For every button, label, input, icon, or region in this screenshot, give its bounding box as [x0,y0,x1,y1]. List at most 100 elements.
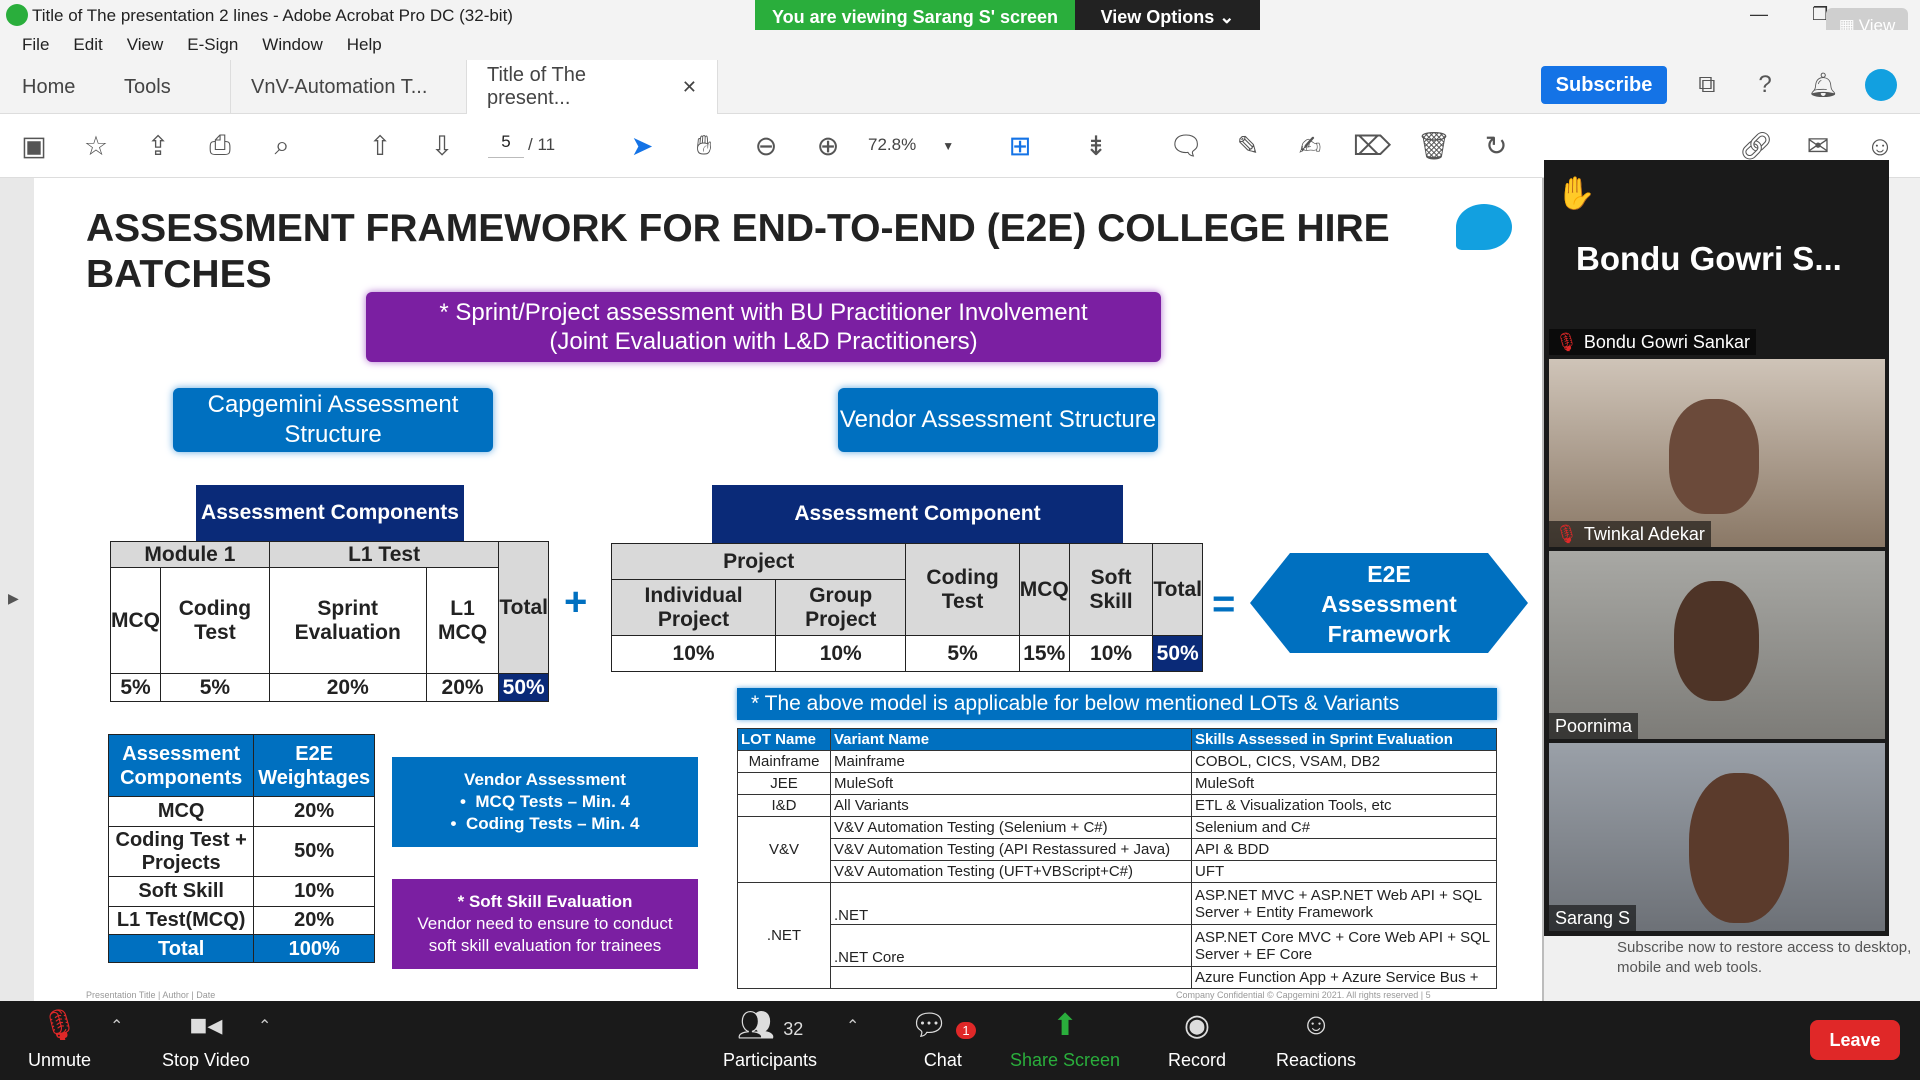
left-total-value: 50% [498,673,549,702]
participant-video-figure [1674,581,1759,701]
page-up-icon[interactable]: ⇧ [360,126,400,166]
subscribe-button[interactable]: Subscribe [1541,66,1667,104]
chat-icon: 💬︎ 1 [910,1008,976,1042]
capgemini-components-table: Module 1 L1 Test Total MCQ Coding Test S… [110,541,549,702]
zoom-level-select[interactable]: 72.8% ▼ [868,135,954,155]
view-options-button[interactable]: View Options ⌄ [1075,0,1260,34]
mcq-value: 5% [110,673,161,702]
menu-esign[interactable]: E-Sign [187,35,238,55]
sign-icon[interactable]: ✍︎ [1290,126,1330,166]
menu-edit[interactable]: Edit [73,35,102,55]
vendor-assessment-item: • MCQ Tests – Min. 4 [459,792,630,811]
chevron-up-icon[interactable]: ⌃ [258,1016,271,1036]
lot-cell: JEE [737,772,831,795]
table-row: Azure Function App + Azure Service Bus + [738,966,1497,989]
page-number-input[interactable]: 5 [488,132,524,158]
star-icon[interactable]: ☆ [76,126,116,166]
slide-footer: Presentation Title | Author | Date [86,990,216,1000]
capgemini-logo [1456,204,1512,250]
table-row: Coding Test + Projects 50% [107,826,375,877]
tab-tools[interactable]: Tools [104,60,191,114]
chevron-up-icon[interactable]: ⌃ [110,1016,123,1036]
participant-name: Poornima [1555,715,1633,736]
bell-icon[interactable]: 🔔︎ [1806,68,1840,102]
close-tab-icon[interactable]: ✕ [682,77,697,98]
reactions-button[interactable]: ☺ Reactions [1276,1008,1356,1071]
save-icon[interactable]: ▣ [14,126,54,166]
dropdown-arrow-icon: ▼ [942,139,955,153]
share-screen-button[interactable]: ⬆ Share Screen [1010,1008,1120,1071]
fit-page-icon[interactable]: ⊞ [1000,126,1040,166]
record-button[interactable]: ◉ Record [1168,1008,1226,1071]
menu-window[interactable]: Window [262,35,322,55]
stop-video-button[interactable]: ■◂ Stop Video [162,1008,250,1071]
menu-file[interactable]: File [22,35,49,55]
zoom-search-icon[interactable]: ⌕ [262,126,302,166]
coding-test-value: 5% [905,635,1020,672]
total-weight-cell: 100% [253,934,375,963]
soft-skill-note: * Soft Skill Evaluation Vendor need to e… [392,879,698,969]
weightages-header: E2E Weightages [253,734,375,797]
unmute-button[interactable]: 🎙︎ Unmute [28,1008,91,1071]
variant-cell [830,966,1192,989]
highlight-icon[interactable]: ✎ [1228,126,1268,166]
components-header: Assessment Components [107,734,255,797]
cloud-upload-icon[interactable]: ⇪ [138,126,178,166]
share-screen-icon[interactable]: ⧉ [1690,68,1724,102]
zoom-in-icon[interactable]: ⊕ [808,126,848,166]
mcq-col: MCQ [110,567,161,674]
lot-cell: Mainframe [737,750,831,773]
participants-button[interactable]: 👥︎ 32 Participants [723,1008,817,1071]
avatar[interactable] [1864,68,1898,102]
chevron-up-icon[interactable]: ⌃ [846,1016,859,1036]
share-screen-label: Share Screen [1010,1050,1121,1070]
video-tile[interactable]: 🎙︎ Twinkal Adekar [1549,359,1885,547]
skills-cell: Azure Function App + Azure Service Bus + [1191,966,1497,989]
participant-name: Sarang S [1555,907,1631,928]
module1-header: Module 1 [110,541,270,568]
coding-test-value: 5% [160,673,270,702]
menu-help[interactable]: Help [347,35,382,55]
delete-icon[interactable]: 🗑︎ [1414,126,1454,166]
comment-icon[interactable]: 🗨︎ [1166,126,1206,166]
hand-tool-icon[interactable]: ✋︎ [684,126,724,166]
tab-document-2[interactable]: Title of The present... ✕ [466,60,718,114]
video-tile[interactable]: Sarang S [1549,743,1885,931]
participant-video-figure [1689,773,1789,923]
select-cursor-icon[interactable]: ➤ [622,126,662,166]
project-header: Project [610,543,907,580]
group-project-col: Group Project [775,579,907,636]
expand-panel-icon[interactable]: ▶ [8,590,19,607]
chat-button[interactable]: 💬︎ 1 Chat [910,1008,976,1071]
variant-cell: V&V Automation Testing (API Restassured … [830,838,1192,861]
video-tile[interactable]: Poornima [1549,551,1885,739]
variant-cell: V&V Automation Testing (UFT+VBScript+C#) [830,860,1192,883]
table-row: .NET Core ASP.NET Core MVC + Core Web API… [738,924,1497,967]
table-row: Mainframe Mainframe COBOL, CICS, VSAM, DB2 [737,750,1497,773]
print-icon[interactable]: ⎙ [200,126,240,166]
rotate-icon[interactable]: ↻ [1476,126,1516,166]
individual-project-value: 10% [610,635,777,672]
help-icon[interactable]: ? [1748,68,1782,102]
component-cell: MCQ [107,796,255,827]
zoom-out-icon[interactable]: ⊖ [746,126,786,166]
coding-test-col: Coding Test [160,567,270,674]
page-total: / 11 [528,135,556,154]
skills-cell: API & BDD [1191,838,1497,861]
total-header: Total [498,541,549,674]
raised-hand-icon: ✋ [1556,175,1596,211]
variant-cell: .NET [830,882,1192,925]
mic-muted-icon: 🎙︎ [40,1009,79,1042]
tab-document-1[interactable]: VnV-Automation T... [230,60,447,114]
scroll-mode-icon[interactable]: ⇟ [1076,126,1116,166]
e2e-framework-label: E2E Assessment Framework [1321,561,1457,647]
participant-video-figure [1669,399,1759,514]
tab-home[interactable]: Home [2,60,95,114]
menu-view[interactable]: View [127,35,164,55]
edit-tag-icon[interactable]: ⌦ [1352,126,1392,166]
chat-label: Chat [923,1050,962,1070]
leave-button[interactable]: Leave [1810,1020,1900,1060]
minimize-icon[interactable]: — [1750,4,1768,25]
page-down-icon[interactable]: ⇩ [422,126,462,166]
participants-label: Participants [723,1050,818,1070]
